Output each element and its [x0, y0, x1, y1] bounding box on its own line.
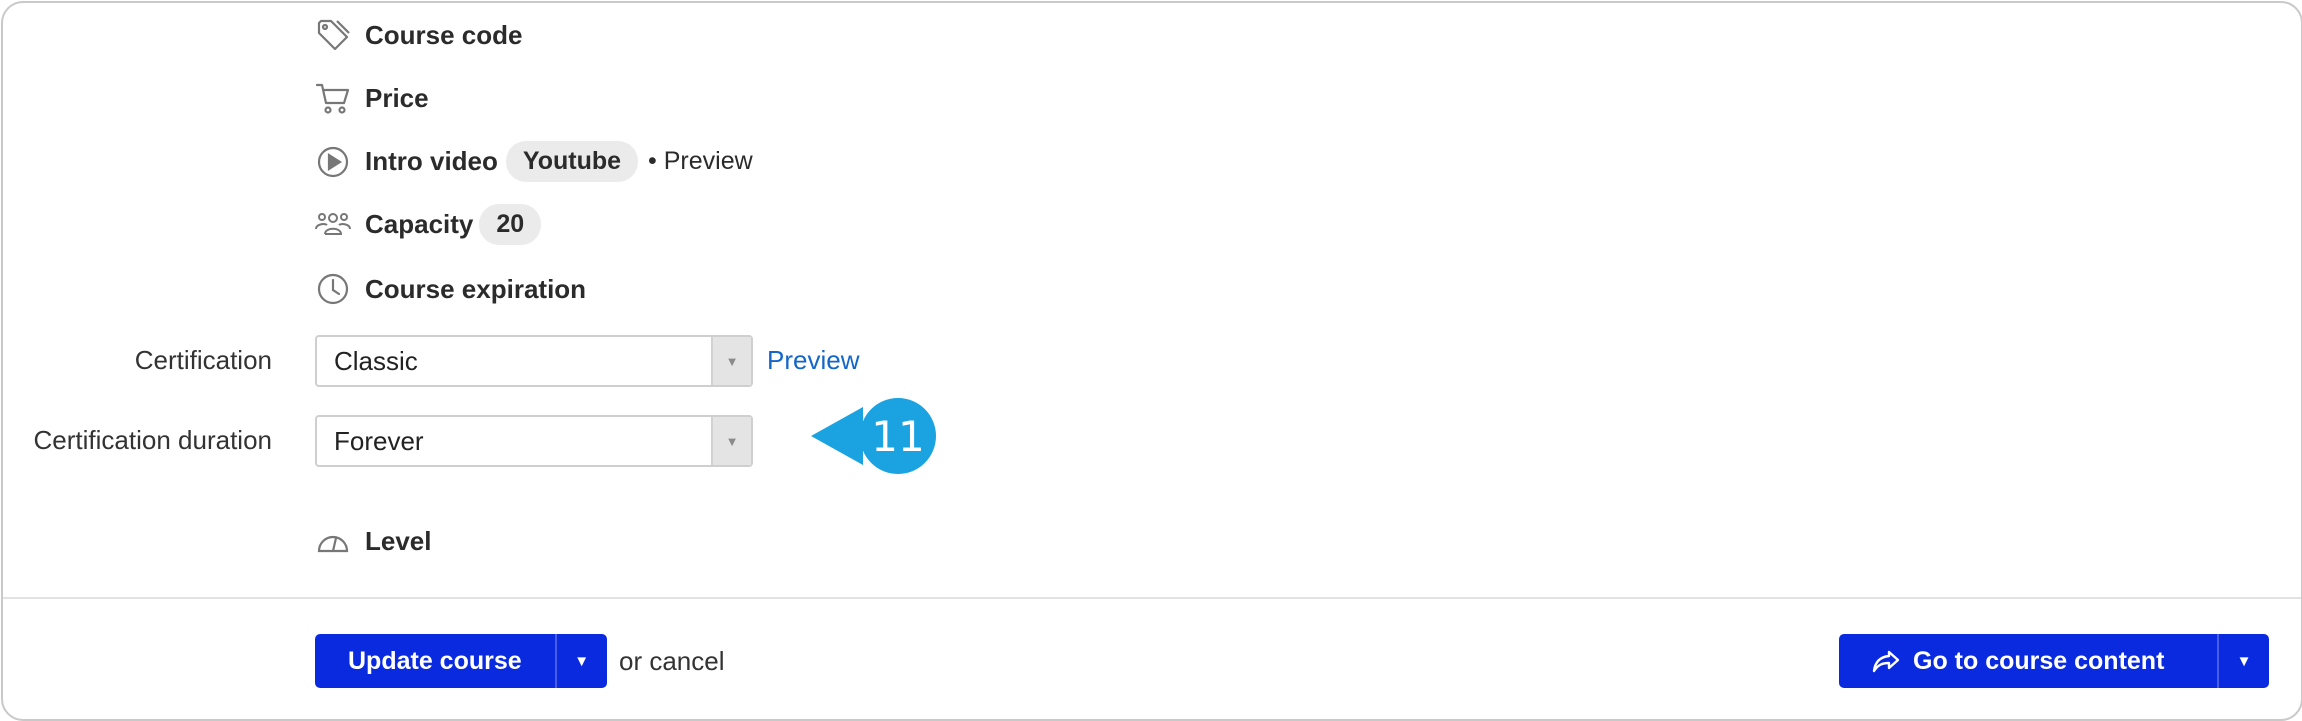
option-course-code[interactable]: Course code	[315, 17, 523, 53]
share-arrow-icon	[1871, 646, 1901, 676]
footer-divider	[3, 597, 2301, 599]
go-to-course-content-button[interactable]: Go to course content	[1839, 634, 2217, 688]
intro-video-preview-text[interactable]: • Preview	[648, 147, 753, 176]
option-level[interactable]: Level	[315, 523, 432, 559]
option-price[interactable]: Price	[315, 80, 429, 116]
certification-duration-select[interactable]: Forever ▼	[315, 415, 753, 467]
level-label: Level	[365, 525, 432, 556]
price-label: Price	[365, 82, 429, 113]
intro-video-label: Intro video	[365, 146, 498, 176]
shopping-cart-icon	[315, 80, 351, 116]
play-circle-icon	[315, 144, 351, 180]
certification-label: Certification	[134, 345, 272, 375]
certification-duration-select-value: Forever	[334, 425, 424, 456]
course-code-label: Course code	[365, 19, 523, 50]
capacity-value-badge: 20	[479, 204, 542, 245]
capacity-label: Capacity	[365, 209, 474, 239]
course-expiration-label: Course expiration	[365, 273, 587, 304]
gauge-icon	[315, 523, 351, 559]
update-course-split-button[interactable]: Update course ▼	[315, 634, 607, 688]
go-to-course-content-split-button[interactable]: Go to course content ▼	[1839, 634, 2269, 688]
chevron-down-icon: ▼	[711, 337, 751, 385]
step-callout-marker: 11	[811, 397, 937, 475]
step-callout-number: 11	[871, 411, 925, 461]
chevron-down-icon: ▼	[711, 417, 751, 465]
option-intro-video[interactable]: Intro video Youtube • Preview	[315, 141, 753, 182]
go-to-course-content-label: Go to course content	[1913, 646, 2165, 675]
users-icon	[315, 207, 351, 243]
course-settings-panel: Course code Price Intro video Youtube • …	[1, 1, 2302, 721]
update-course-button[interactable]: Update course	[315, 634, 555, 688]
certification-duration-label: Certification duration	[33, 425, 272, 455]
certification-preview-link[interactable]: Preview	[767, 345, 859, 376]
caret-down-icon[interactable]: ▼	[2217, 634, 2269, 688]
cancel-link[interactable]: or cancel	[619, 646, 725, 677]
intro-video-source-badge: Youtube	[505, 141, 639, 182]
certification-select[interactable]: Classic ▼	[315, 335, 753, 387]
certification-select-value: Classic	[334, 345, 418, 376]
caret-down-icon[interactable]: ▼	[554, 634, 607, 688]
option-course-expiration[interactable]: Course expiration	[315, 271, 586, 307]
option-capacity[interactable]: Capacity 20	[315, 204, 542, 245]
clock-icon	[315, 271, 351, 307]
tag-icon	[315, 17, 351, 53]
